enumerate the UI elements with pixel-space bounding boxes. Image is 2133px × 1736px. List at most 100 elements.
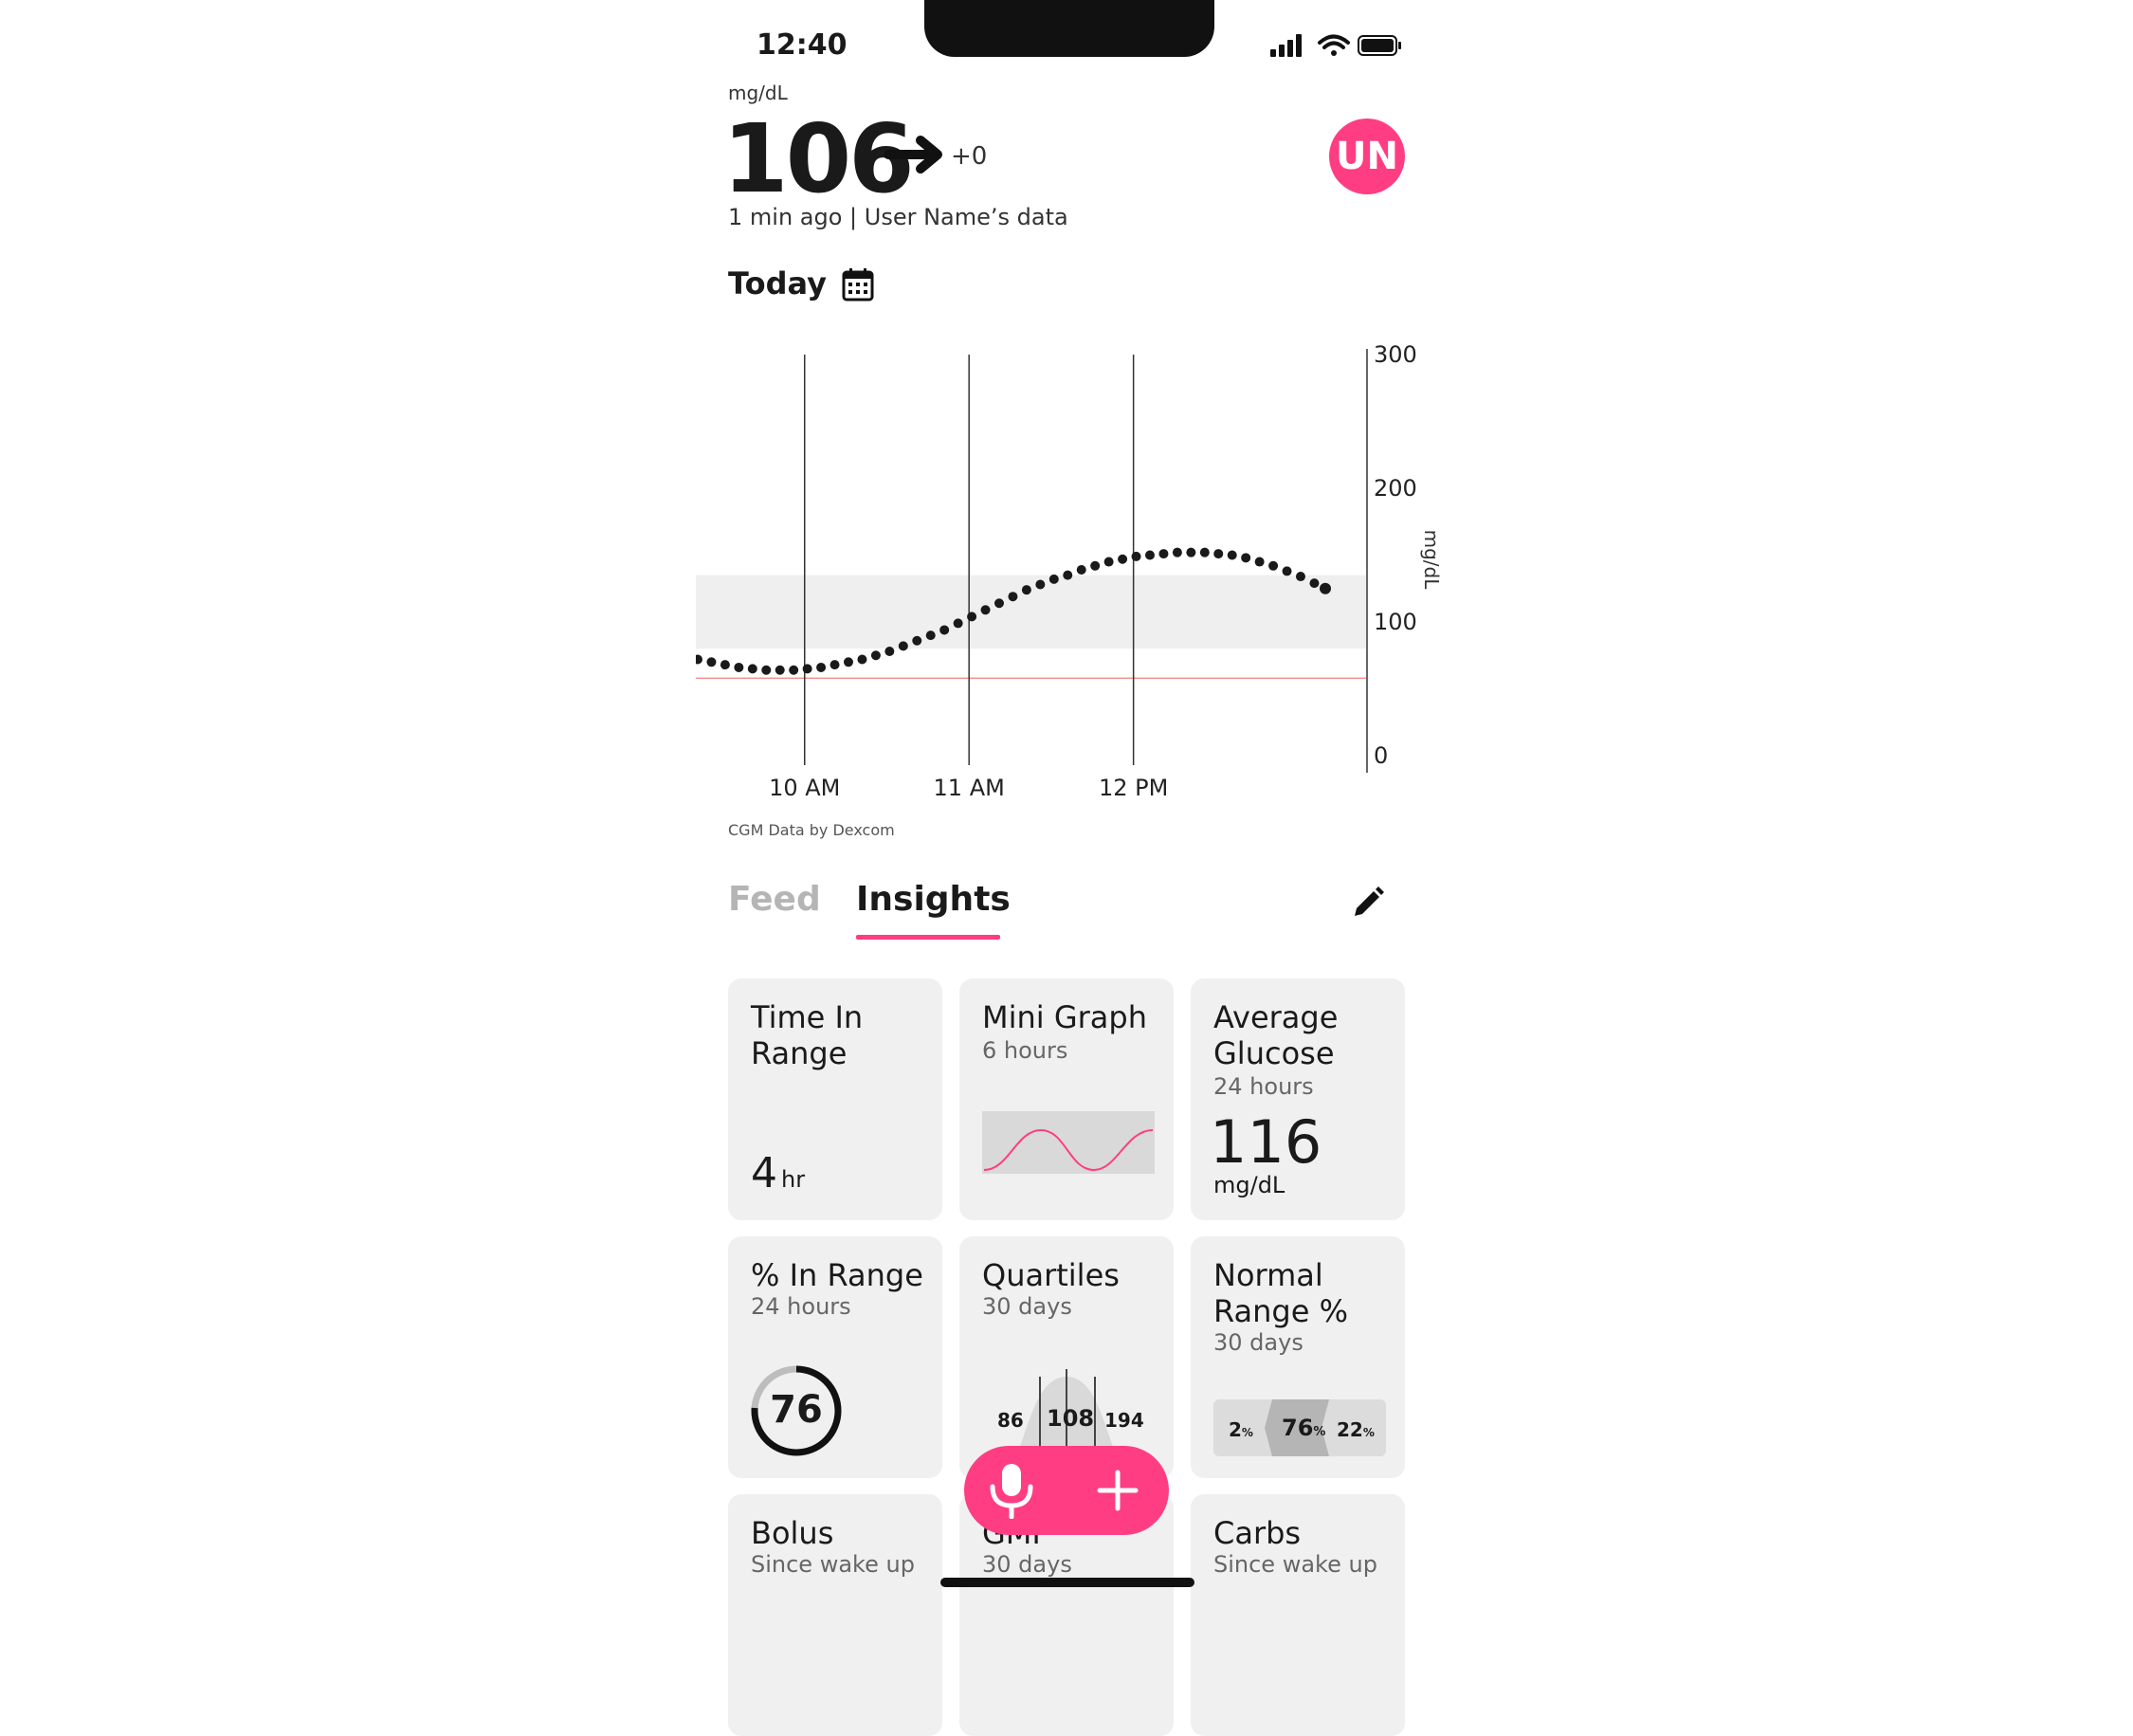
glucose-reading-point: [870, 650, 881, 661]
card-time-in-range[interactable]: Time In Range 4 hr: [728, 978, 942, 1220]
glucose-reading-point: [734, 662, 744, 672]
card-title: Time In Range: [751, 999, 864, 1071]
glucose-reading-point: [816, 662, 827, 672]
x-tick-label: 10 AM: [769, 775, 840, 801]
card-subtitle: 24 hours: [751, 1293, 851, 1320]
glucose-reading-point: [1282, 566, 1292, 576]
glucose-reading-point: [789, 665, 799, 675]
time-in-range-value: 4 hr: [751, 1149, 806, 1197]
tab-insights[interactable]: Insights: [856, 880, 1011, 919]
card-title: Carbs: [1213, 1515, 1302, 1551]
glucose-delta: +0: [951, 142, 988, 171]
card-title: Bolus: [751, 1515, 834, 1551]
glucose-reading-point: [843, 657, 853, 667]
glucose-reading-point: [1309, 578, 1320, 589]
glucose-reading-point: [1295, 572, 1305, 582]
glucose-reading-point: [1227, 550, 1237, 560]
range-low-pct: 2%: [1229, 1418, 1253, 1441]
glucose-reading-point: [1035, 579, 1046, 590]
current-glucose-value: 106: [722, 103, 915, 214]
range-normal-pct: 76%: [1282, 1415, 1326, 1441]
microphone-icon[interactable]: [985, 1462, 1038, 1519]
card-subtitle: 30 days: [982, 1551, 1072, 1578]
card-subtitle: Since wake up: [1213, 1551, 1377, 1578]
device-notch: [924, 0, 1214, 57]
pencil-icon[interactable]: [1351, 886, 1385, 920]
card-title: Quartiles: [982, 1257, 1120, 1293]
glucose-reading-point: [761, 665, 772, 675]
y-tick-label: 100: [1374, 609, 1417, 635]
glucose-reading-point: [1021, 585, 1031, 595]
card-title: Mini Graph: [982, 999, 1147, 1035]
status-time: 12:40: [757, 28, 848, 62]
glucose-reading-point: [1199, 547, 1210, 557]
card-subtitle: 6 hours: [982, 1037, 1068, 1064]
glucose-reading-point: [1320, 582, 1331, 594]
glucose-unit: mg/dL: [728, 82, 788, 104]
x-tick-label: 11 AM: [934, 775, 1005, 801]
card-average-glucose[interactable]: Average Glucose 24 hours 116 mg/dL: [1191, 978, 1405, 1220]
range-high-pct: 22%: [1337, 1418, 1375, 1441]
glucose-reading-point: [898, 641, 908, 651]
user-avatar[interactable]: UN: [1329, 119, 1405, 194]
card-subtitle: 24 hours: [1213, 1073, 1314, 1100]
date-label[interactable]: Today: [728, 265, 827, 302]
y-tick-label: 300: [1374, 341, 1417, 368]
signal-icon: [1270, 34, 1302, 57]
y-tick-label: 200: [1374, 475, 1417, 502]
arrow-right-icon: [884, 136, 942, 174]
glucose-reading-point: [747, 664, 757, 674]
card-title: Average Glucose: [1213, 999, 1339, 1071]
glucose-reading-point: [1118, 554, 1128, 564]
reading-meta: 1 min ago | User Name’s data: [728, 204, 1068, 230]
glucose-reading-point: [1090, 560, 1101, 571]
chart-source: CGM Data by Dexcom: [728, 821, 895, 839]
glucose-reading-point: [1268, 560, 1279, 571]
card-title: Normal Range %: [1213, 1257, 1348, 1329]
glucose-reading-point: [1008, 592, 1018, 602]
quartile-q3: 194: [1104, 1409, 1144, 1432]
average-glucose-value: 116: [1210, 1107, 1322, 1177]
average-glucose-unit: mg/dL: [1213, 1172, 1285, 1198]
tab-feed[interactable]: Feed: [728, 880, 821, 919]
card-normal-range[interactable]: Normal Range % 30 days 2% 76% 22%: [1191, 1236, 1405, 1478]
glucose-reading-point: [980, 605, 991, 615]
glucose-reading-point: [696, 654, 702, 665]
card-subtitle: 30 days: [982, 1293, 1072, 1320]
glucose-reading-point: [1241, 553, 1251, 563]
battery-icon: [1358, 35, 1401, 56]
glucose-reading-point: [1048, 574, 1059, 584]
card-percent-in-range[interactable]: % In Range 24 hours 76: [728, 1236, 942, 1478]
active-tab-indicator: [856, 935, 1000, 940]
glucose-reading-point: [1076, 565, 1086, 576]
glucose-reading-point: [775, 665, 785, 675]
glucose-reading-point: [1144, 550, 1155, 560]
glucose-reading-point: [1172, 547, 1182, 557]
plus-icon[interactable]: [1097, 1470, 1139, 1511]
glucose-reading-point: [1213, 549, 1224, 559]
glucose-reading-point: [1158, 549, 1169, 559]
y-tick-label: 0: [1374, 742, 1388, 769]
x-tick-label: 12 PM: [1099, 775, 1168, 801]
calendar-icon[interactable]: [842, 267, 874, 302]
card-mini-graph[interactable]: Mini Graph 6 hours: [959, 978, 1174, 1220]
floating-action-bar: [964, 1446, 1169, 1535]
glucose-chart[interactable]: 10 AM 11 AM 12 PM 300 200 100 0 mg/dL: [696, 334, 1454, 808]
glucose-reading-point: [994, 598, 1004, 609]
card-carbs[interactable]: Carbs Since wake up: [1191, 1494, 1405, 1736]
glucose-reading-point: [857, 654, 867, 665]
glucose-reading-point: [802, 664, 812, 674]
home-indicator: [940, 1578, 1194, 1587]
glucose-reading-point: [1186, 547, 1196, 557]
mini-graph: [982, 1111, 1155, 1174]
target-range-band: [696, 575, 1366, 649]
glucose-reading-point: [830, 660, 840, 670]
y-axis-label: mg/dL: [1420, 530, 1443, 591]
card-quartiles[interactable]: Quartiles 30 days 86 108 194: [959, 1236, 1174, 1478]
wifi-icon: [1318, 34, 1350, 56]
glucose-reading-point: [912, 635, 922, 646]
glucose-reading-point: [1131, 551, 1141, 561]
card-subtitle: Since wake up: [751, 1551, 915, 1578]
glucose-reading-point: [1063, 570, 1073, 580]
card-bolus[interactable]: Bolus Since wake up: [728, 1494, 942, 1736]
